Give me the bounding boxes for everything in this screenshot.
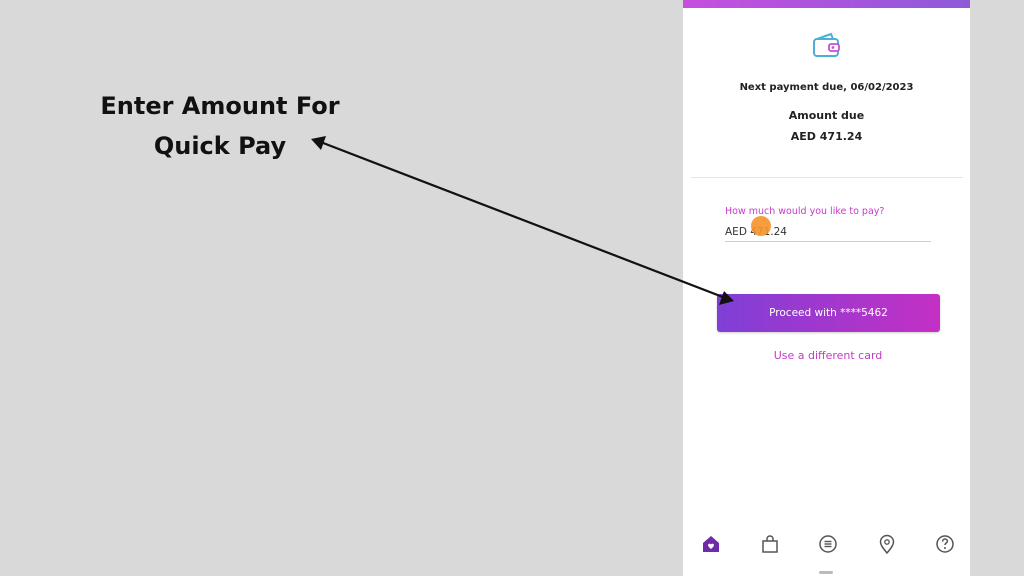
home-icon: [703, 536, 719, 552]
nav-menu[interactable]: [816, 532, 840, 556]
nav-help[interactable]: [933, 532, 957, 556]
annotation-line-1: Enter Amount For: [100, 92, 340, 120]
help-icon: [936, 535, 954, 553]
shopping-bag-icon: [762, 535, 778, 553]
nav-shop[interactable]: [758, 532, 782, 556]
location-pin-icon: [879, 534, 895, 554]
touch-indicator: [751, 216, 771, 236]
amount-due-label: Amount due: [788, 109, 865, 122]
pay-amount-label: How much would you like to pay?: [725, 206, 885, 217]
annotation-caption: Enter Amount For Quick Pay: [80, 86, 360, 166]
amount-due-value: AED 471.24: [790, 130, 863, 143]
wallet-icon: [813, 32, 840, 57]
use-different-card-link[interactable]: Use a different card: [683, 349, 970, 362]
nav-home[interactable]: [699, 532, 723, 556]
menu-icon: [819, 535, 837, 553]
divider: [691, 177, 963, 178]
bottom-nav: [683, 528, 970, 560]
annotation-line-2: Quick Pay: [153, 132, 287, 160]
next-payment-due: Next payment due, 06/02/2023: [739, 82, 914, 93]
proceed-button[interactable]: Proceed with ****5462: [717, 294, 940, 332]
home-indicator: [819, 571, 833, 574]
nav-location[interactable]: [875, 532, 899, 556]
header-bar: [683, 0, 970, 8]
phone-screen: Next payment due, 06/02/2023 Amount due …: [683, 0, 970, 576]
